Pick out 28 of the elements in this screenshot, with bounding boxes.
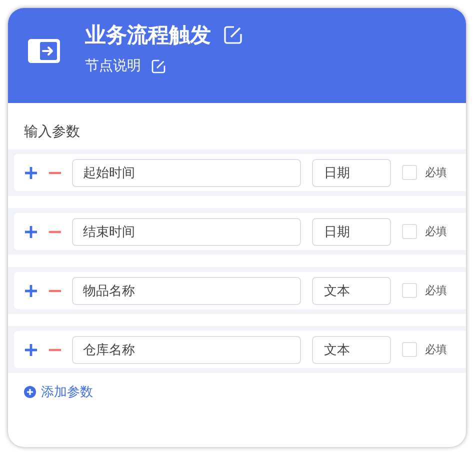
name-field[interactable]: 物品名称 [72, 276, 301, 304]
type-field[interactable]: 日期 [312, 218, 391, 246]
type-field[interactable]: 文本 [312, 276, 391, 304]
edit-icon[interactable] [151, 58, 166, 74]
required-label: 必填 [425, 224, 447, 239]
name-field[interactable]: 仓库名称 [72, 336, 301, 364]
required-label: 必填 [425, 283, 447, 298]
required-checkbox[interactable] [402, 283, 417, 298]
plus-icon[interactable] [24, 342, 38, 356]
plus-icon[interactable] [24, 284, 38, 298]
required-checkbox[interactable] [402, 224, 417, 239]
required-label: 必填 [425, 342, 447, 357]
type-field[interactable]: 文本 [312, 336, 391, 364]
required-label: 必填 [425, 165, 447, 180]
node-title: 业务流程触发 [85, 22, 211, 49]
name-field[interactable]: 结束时间 [72, 218, 301, 246]
enter-icon [27, 38, 61, 64]
plus-icon[interactable] [24, 224, 38, 238]
required-checkbox[interactable] [402, 165, 417, 180]
edit-icon[interactable] [223, 25, 243, 45]
add-icon [24, 386, 36, 398]
add-param-link[interactable]: 添加参数 [24, 383, 93, 401]
name-field[interactable]: 起始时间 [72, 158, 301, 186]
section-title: 输入参数 [24, 123, 81, 141]
required-checkbox[interactable] [402, 342, 417, 357]
type-field[interactable]: 日期 [312, 158, 391, 186]
plus-icon[interactable] [24, 166, 38, 180]
node-description: 节点说明 [85, 57, 141, 75]
